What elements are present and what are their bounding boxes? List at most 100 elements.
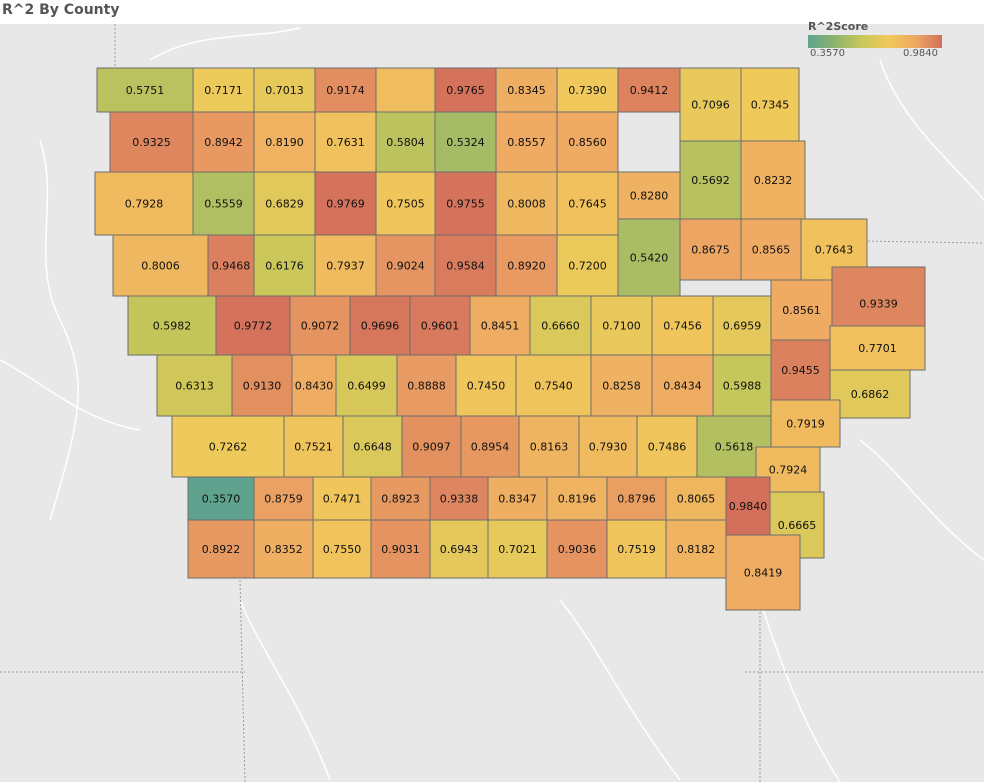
county-value-label: 0.6176 bbox=[265, 260, 304, 273]
county-value-label: 0.7021 bbox=[498, 543, 537, 556]
county-value-label: 0.8008 bbox=[507, 198, 546, 211]
county-value-label: 0.6499 bbox=[347, 380, 386, 393]
county-value-label: 0.5618 bbox=[715, 441, 754, 454]
county-value-label: 0.8352 bbox=[264, 543, 303, 556]
county-value-label: 0.8561 bbox=[782, 304, 821, 317]
county-value-label: 0.8922 bbox=[202, 543, 241, 556]
county-value-label: 0.9339 bbox=[859, 298, 898, 311]
county-value-label: 0.9072 bbox=[301, 320, 340, 333]
county-value-label: 0.8451 bbox=[481, 320, 520, 333]
county-value-label: 0.8182 bbox=[677, 543, 716, 556]
county-value-label: 0.8759 bbox=[264, 493, 303, 506]
county-value-label: 0.7631 bbox=[326, 136, 365, 149]
county-value-label: 0.8430 bbox=[295, 380, 334, 393]
county-value-label: 0.6665 bbox=[778, 519, 817, 532]
county-map: 0.57510.71710.70130.91740.77970.97650.83… bbox=[0, 24, 984, 782]
county-layer: 0.57510.71710.70130.91740.77970.97650.83… bbox=[94, 67, 926, 611]
county-value-label: 0.7550 bbox=[323, 543, 362, 556]
county-value-label: 0.9455 bbox=[781, 364, 820, 377]
county-value-label: 0.8923 bbox=[381, 493, 420, 506]
county-value-label: 0.9765 bbox=[446, 84, 485, 97]
county-value-label: 0.7928 bbox=[125, 198, 164, 211]
county-value-label: 0.7919 bbox=[786, 418, 825, 431]
county-value-label: 0.9130 bbox=[243, 380, 282, 393]
county-value-label: 0.7171 bbox=[204, 84, 243, 97]
county-value-label: 0.7390 bbox=[568, 84, 607, 97]
county-value-label: 0.7100 bbox=[602, 320, 641, 333]
county-value-label: 0.7643 bbox=[815, 244, 854, 257]
legend-title: R^2Score bbox=[808, 20, 869, 33]
county-value-label: 0.9755 bbox=[446, 198, 485, 211]
legend-max-label: 0.9840 bbox=[903, 48, 938, 59]
county-value-label: 0.5982 bbox=[153, 320, 192, 333]
county-value-label: 0.9412 bbox=[630, 84, 669, 97]
county-value-label: 0.9769 bbox=[326, 198, 365, 211]
county-value-label: 0.7701 bbox=[858, 342, 897, 355]
county-value-label: 0.8258 bbox=[602, 380, 641, 393]
county-value-label: 0.7521 bbox=[294, 441, 333, 454]
legend-min-label: 0.3570 bbox=[810, 48, 845, 59]
county-value-label: 0.5324 bbox=[446, 136, 485, 149]
legend-labels: 0.3570 0.9840 bbox=[808, 48, 942, 60]
county-value-label: 0.8163 bbox=[530, 441, 569, 454]
county-value-label: 0.9696 bbox=[361, 320, 400, 333]
legend-gradient bbox=[808, 35, 942, 48]
county-value-label: 0.9174 bbox=[326, 84, 365, 97]
county-value-label: 0.8190 bbox=[265, 136, 304, 149]
county-value-label: 0.7471 bbox=[323, 493, 362, 506]
county-value-label: 0.8557 bbox=[507, 136, 546, 149]
county-value-label: 0.8006 bbox=[141, 260, 180, 273]
county-value-label: 0.8232 bbox=[754, 174, 793, 187]
county-value-label: 0.5559 bbox=[204, 198, 243, 211]
county-value-label: 0.7505 bbox=[386, 198, 425, 211]
county-value-label: 0.7096 bbox=[691, 99, 730, 112]
county-value-label: 0.9772 bbox=[234, 320, 273, 333]
color-legend[interactable]: R^2Score 0.3570 0.9840 bbox=[808, 20, 948, 60]
county-value-label: 0.6829 bbox=[265, 198, 304, 211]
county-value-label: 0.8565 bbox=[752, 244, 791, 257]
county-value-label: 0.9601 bbox=[421, 320, 460, 333]
county-value-label: 0.8065 bbox=[677, 493, 716, 506]
county-value-label: 0.8920 bbox=[507, 260, 546, 273]
county-value-label: 0.8942 bbox=[204, 136, 243, 149]
county-value-label: 0.7930 bbox=[589, 441, 628, 454]
county-value-label: 0.8888 bbox=[407, 380, 446, 393]
county-value-label: 0.8419 bbox=[744, 567, 783, 580]
county-value-label: 0.7540 bbox=[534, 380, 573, 393]
chart-title: R^2 By County bbox=[2, 2, 120, 18]
county-value-label: 0.6648 bbox=[353, 441, 392, 454]
county-value-label: 0.9036 bbox=[558, 543, 597, 556]
county-value-label: 0.9468 bbox=[212, 260, 251, 273]
county-value-label: 0.6959 bbox=[723, 320, 762, 333]
county-value-label: 0.7262 bbox=[209, 441, 248, 454]
county-value-label: 0.9325 bbox=[132, 136, 171, 149]
county-value-label: 0.9338 bbox=[440, 493, 479, 506]
county-value-label: 0.7013 bbox=[265, 84, 304, 97]
map-area: 0.57510.71710.70130.91740.77970.97650.83… bbox=[0, 24, 984, 782]
county-value-label: 0.5988 bbox=[723, 380, 762, 393]
county-value-label: 0.7486 bbox=[648, 441, 687, 454]
county-value-label: 0.7937 bbox=[326, 260, 365, 273]
county-value-label: 0.7200 bbox=[568, 260, 607, 273]
county-value-label: 0.7456 bbox=[663, 320, 702, 333]
county-value-label: 0.6660 bbox=[541, 320, 580, 333]
county-value-label: 0.7519 bbox=[617, 543, 656, 556]
county-value-label: 0.9031 bbox=[381, 543, 420, 556]
county-value-label: 0.8954 bbox=[471, 441, 510, 454]
county-value-label: 0.8347 bbox=[498, 493, 537, 506]
county-value-label: 0.7450 bbox=[467, 380, 506, 393]
county-value-label: 0.9097 bbox=[412, 441, 451, 454]
county-value-label: 0.7924 bbox=[769, 464, 808, 477]
county-value-label: 0.6862 bbox=[851, 388, 890, 401]
county-value-label: 0.5420 bbox=[630, 252, 669, 265]
county-value-label: 0.6313 bbox=[175, 380, 214, 393]
county-value-label: 0.5751 bbox=[126, 84, 165, 97]
county-value-label: 0.5692 bbox=[691, 174, 730, 187]
county-value-label: 0.8196 bbox=[558, 493, 597, 506]
county-value-label: 0.6943 bbox=[440, 543, 479, 556]
county-value-label: 0.7645 bbox=[568, 198, 607, 211]
county-value-label: 0.8560 bbox=[568, 136, 607, 149]
county-value-label: 0.8675 bbox=[691, 244, 730, 257]
county-value-label: 0.8796 bbox=[617, 493, 656, 506]
county-value-label: 0.8280 bbox=[630, 190, 669, 203]
